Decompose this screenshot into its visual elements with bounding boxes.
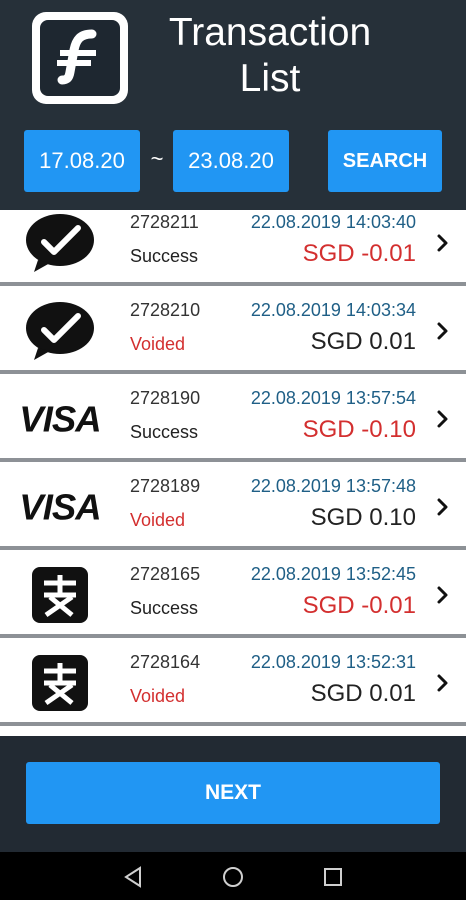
transaction-status: Voided [130, 686, 186, 706]
transaction-status: Voided [130, 334, 186, 354]
transaction-status: Voided [130, 510, 186, 530]
alipay-icon [10, 562, 110, 628]
page-title: Transaction List [168, 11, 372, 100]
search-button[interactable]: SEARCH [328, 130, 442, 192]
transaction-amount: SGD -0.01 [302, 592, 416, 619]
app-root: Transaction List 17.08.20 ~ 23.08.20 SEA… [0, 0, 466, 900]
wechat-pay-icon [10, 210, 110, 276]
transaction-id: 2728211 [130, 212, 199, 232]
transaction-datetime: 22.08.2019 13:52:45 [250, 564, 416, 584]
transaction-status: Success [130, 422, 199, 442]
transaction-amount: SGD 0.10 [310, 504, 416, 531]
visa-icon: VISA [10, 474, 110, 540]
date-range-separator: ~ [150, 146, 164, 171]
svg-text:VISA: VISA [19, 487, 100, 527]
transaction-row[interactable]: VISA 2728190 Success 22.08.2019 13:57:54 SGD… [0, 378, 466, 462]
transaction-row[interactable]: 2728164 Voided 22.08.2019 13:52:31 SGD 0.01 [0, 642, 466, 726]
alipay-icon [10, 650, 110, 716]
transaction-status: Success [130, 598, 199, 618]
transaction-id: 2728164 [130, 652, 201, 672]
transaction-datetime: 22.08.2019 14:03:34 [250, 300, 416, 320]
back-icon[interactable] [118, 862, 148, 892]
date-from-button[interactable]: 17.08.20 [24, 130, 140, 192]
transaction-datetime: 22.08.2019 13:52:31 [250, 652, 416, 672]
transaction-id: 2728165 [130, 564, 201, 584]
next-button[interactable]: NEXT [26, 762, 440, 824]
transaction-id: 2728210 [130, 300, 201, 320]
visa-icon: VISA [10, 386, 110, 452]
transaction-row[interactable]: 2728210 Voided 22.08.2019 14:03:34 SGD 0.01 [0, 290, 466, 374]
home-icon[interactable] [218, 862, 248, 892]
transaction-amount: SGD -0.10 [302, 416, 416, 443]
brand-f-logo-icon [32, 12, 128, 104]
transaction-amount: SGD -0.01 [302, 240, 416, 267]
chevron-right-icon[interactable] [434, 318, 452, 344]
header: Transaction List 17.08.20 ~ 23.08.20 SEA… [0, 0, 466, 210]
transaction-row[interactable]: 2728165 Success 22.08.2019 13:52:45 SGD -0.… [0, 554, 466, 638]
chevron-right-icon[interactable] [434, 230, 452, 256]
wechat-pay-icon [10, 298, 110, 364]
chevron-right-icon[interactable] [434, 582, 452, 608]
recents-icon[interactable] [318, 862, 348, 892]
transaction-amount: SGD 0.01 [310, 680, 416, 707]
transaction-row[interactable]: 2728211 Success 22.08.2019 14:03:40 SGD -0.… [0, 210, 466, 286]
transaction-status: Success [130, 246, 199, 266]
date-to-button[interactable]: 23.08.20 [173, 130, 289, 192]
transaction-datetime: 22.08.2019 13:57:48 [250, 476, 416, 496]
transaction-datetime: 22.08.2019 14:03:40 [250, 212, 416, 232]
chevron-right-icon[interactable] [434, 406, 452, 432]
chevron-right-icon[interactable] [434, 670, 452, 696]
transaction-id: 2728189 [130, 476, 201, 496]
transaction-amount: SGD 0.01 [310, 328, 416, 355]
system-nav-bar [0, 852, 466, 900]
transaction-list: 2728211 Success 22.08.2019 14:03:40 SGD -0.… [0, 210, 466, 736]
transaction-datetime: 22.08.2019 13:57:54 [250, 388, 416, 408]
svg-text:VISA: VISA [19, 399, 100, 439]
chevron-right-icon[interactable] [434, 494, 452, 520]
transaction-row[interactable]: VISA 2728189 Voided 22.08.2019 13:57:48 SGD … [0, 466, 466, 550]
transaction-id: 2728190 [130, 388, 201, 408]
